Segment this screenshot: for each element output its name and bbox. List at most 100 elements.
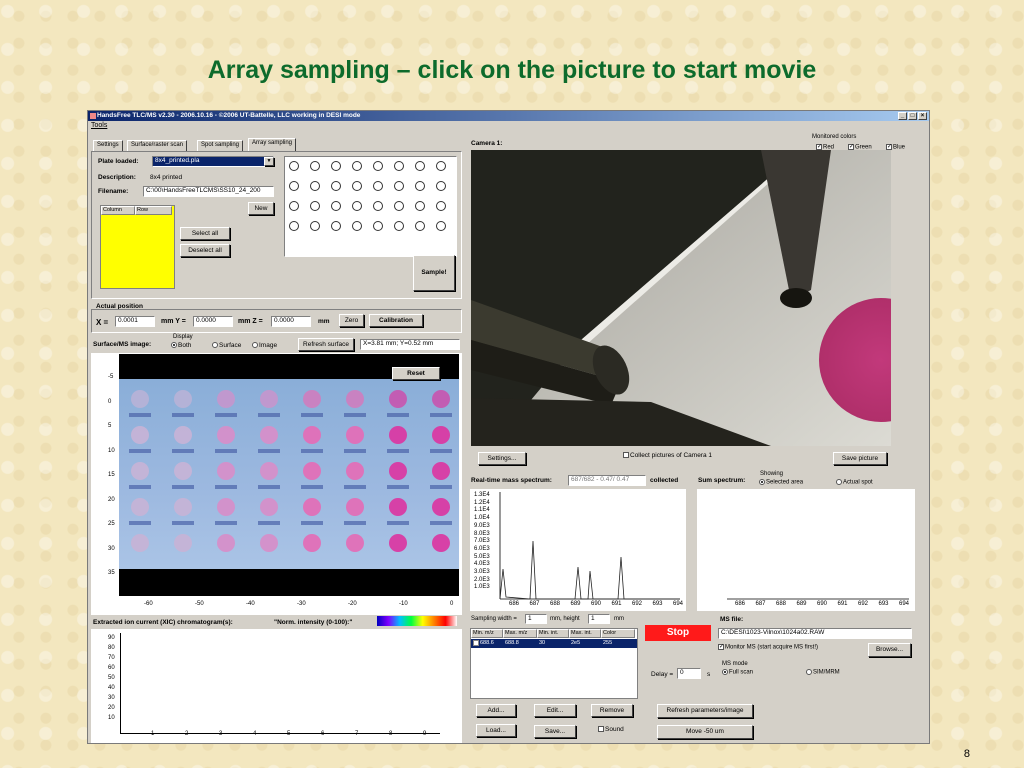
calibration-button[interactable]: Calibration bbox=[369, 314, 423, 327]
sum-x-tick: 686 bbox=[735, 601, 746, 607]
save-button[interactable]: Save... bbox=[534, 725, 576, 738]
maximize-button[interactable]: □ bbox=[908, 112, 917, 120]
delay-field[interactable]: 0 bbox=[677, 668, 701, 679]
plate-spot-circle[interactable] bbox=[373, 221, 383, 231]
plate-spot-circle[interactable] bbox=[394, 161, 404, 171]
sampling-width-field[interactable]: 1 bbox=[525, 614, 547, 624]
plate-spot-circle[interactable] bbox=[394, 221, 404, 231]
load-button[interactable]: Load... bbox=[476, 724, 516, 737]
plate-spot-circle[interactable] bbox=[310, 201, 320, 211]
z-position-field[interactable]: 0.0000 bbox=[271, 316, 311, 327]
filename-field[interactable]: C:\00\HandsFreeTLCMS\SS10_24_200 bbox=[143, 186, 274, 197]
display-surface-radio[interactable]: Surface bbox=[212, 342, 241, 349]
actual-spot-radio[interactable]: Actual spot bbox=[836, 479, 873, 486]
move-button[interactable]: Move -50 um bbox=[657, 725, 753, 739]
x-position-field[interactable]: 0.0001 bbox=[115, 316, 155, 327]
sample-spot bbox=[260, 462, 278, 480]
plate-spot-circle[interactable] bbox=[352, 161, 362, 171]
tab-settings[interactable]: Settings bbox=[93, 140, 123, 151]
zero-button[interactable]: Zero bbox=[339, 314, 364, 327]
new-button[interactable]: New bbox=[248, 202, 274, 215]
select-all-button[interactable]: Select all bbox=[180, 227, 230, 240]
collect-pictures-checkbox[interactable]: Collect pictures of Camera 1 bbox=[623, 452, 712, 459]
plate-spot-circle[interactable] bbox=[415, 161, 425, 171]
plate-spot-circle[interactable] bbox=[373, 201, 383, 211]
plate-spot-circle[interactable] bbox=[394, 181, 404, 191]
plate-select[interactable]: 8x4_printed.pla bbox=[152, 156, 274, 167]
refresh-surface-button[interactable]: Refresh surface bbox=[298, 338, 354, 351]
sim-mrm-radio[interactable]: SIM/MRM bbox=[806, 669, 840, 676]
save-picture-button[interactable]: Save picture bbox=[833, 452, 887, 465]
plate-spot-circle[interactable] bbox=[331, 161, 341, 171]
table-row[interactable]: 688.6 688.8 30 2e5 255 bbox=[471, 639, 637, 648]
plate-spot-circle[interactable] bbox=[289, 161, 299, 171]
app-window: HandsFree TLC/MS v2.30 - 2006.10.16 - ©2… bbox=[87, 110, 930, 744]
edit-button[interactable]: Edit... bbox=[534, 704, 576, 717]
plate-spot-circle[interactable] bbox=[436, 181, 446, 191]
monitor-ms-checkbox[interactable]: ✓Monitor MS (start acquire MS first!) bbox=[718, 644, 818, 651]
display-image-radio[interactable]: Image bbox=[252, 342, 277, 349]
actual-spot-text: Actual spot bbox=[843, 479, 873, 486]
close-button[interactable]: × bbox=[918, 112, 927, 120]
plate-spot-circle[interactable] bbox=[331, 201, 341, 211]
plate-grid[interactable] bbox=[284, 156, 457, 257]
plate-spot-circle[interactable] bbox=[310, 221, 320, 231]
menu-tools[interactable]: Tools bbox=[91, 122, 107, 129]
plate-spot-circle[interactable] bbox=[352, 221, 362, 231]
plate-spot-circle[interactable] bbox=[331, 221, 341, 231]
deselect-all-button[interactable]: Deselect all bbox=[180, 244, 230, 257]
selected-area-radio[interactable]: Selected area bbox=[759, 479, 803, 486]
sample-spot bbox=[389, 534, 407, 552]
y-position-field[interactable]: 0.0000 bbox=[193, 316, 233, 327]
plate-spot-circle[interactable] bbox=[310, 161, 320, 171]
realtime-y-tick: 5.0E3 bbox=[474, 553, 490, 560]
plate-spot-circle[interactable] bbox=[415, 201, 425, 211]
plate-spot-circle[interactable] bbox=[331, 181, 341, 191]
refresh-parameters-button[interactable]: Refresh parameters/image bbox=[657, 704, 753, 718]
camera-view[interactable] bbox=[471, 150, 891, 446]
plate-spot-circle[interactable] bbox=[436, 221, 446, 231]
plate-spot-circle[interactable] bbox=[310, 181, 320, 191]
row-checkbox[interactable] bbox=[473, 640, 479, 646]
sample-button[interactable]: Sample! bbox=[413, 255, 455, 291]
plate-spot-circle[interactable] bbox=[289, 181, 299, 191]
full-scan-radio[interactable]: Full scan bbox=[722, 669, 753, 676]
mz-range-table[interactable]: Min. m/z Max. m/z Min. int. Max. int. Color 6… bbox=[470, 628, 638, 699]
selection-table[interactable]: Column Row bbox=[100, 205, 175, 289]
plate-spot-circle[interactable] bbox=[289, 221, 299, 231]
chevron-down-icon[interactable]: ▼ bbox=[264, 157, 274, 166]
tab-spot-sampling[interactable]: Spot sampling bbox=[197, 140, 244, 151]
remove-button[interactable]: Remove bbox=[591, 704, 633, 717]
plate-spot-circle[interactable] bbox=[394, 201, 404, 211]
browse-button[interactable]: Browse... bbox=[868, 643, 911, 657]
stop-button[interactable]: Stop bbox=[645, 625, 711, 641]
color-scale-bar bbox=[377, 616, 457, 626]
sound-checkbox[interactable]: Sound bbox=[598, 726, 624, 733]
plate-spot-circle[interactable] bbox=[415, 221, 425, 231]
reset-button[interactable]: Reset bbox=[392, 367, 440, 380]
plate-spot-circle[interactable] bbox=[373, 181, 383, 191]
plate-spot-circle[interactable] bbox=[352, 181, 362, 191]
plate-spot-circle[interactable] bbox=[289, 201, 299, 211]
sample-spot bbox=[174, 534, 192, 552]
tab-array-sampling[interactable]: Array sampling bbox=[248, 138, 297, 151]
minimize-button[interactable]: _ bbox=[898, 112, 907, 120]
sample-spot bbox=[174, 426, 192, 444]
sampling-height-field[interactable]: 1 bbox=[588, 614, 610, 624]
camera-settings-button[interactable]: Settings... bbox=[478, 452, 526, 465]
display-label: Display bbox=[173, 334, 193, 340]
realtime-x-tick: 693 bbox=[652, 601, 663, 607]
plate-spot-circle[interactable] bbox=[436, 161, 446, 171]
plate-spot-circle[interactable] bbox=[352, 201, 362, 211]
plate-spot-circle[interactable] bbox=[373, 161, 383, 171]
surface-image[interactable] bbox=[119, 354, 459, 596]
ms-file-field[interactable]: C:\DESI\1023-Vilnox\1024a02.RAW bbox=[718, 628, 912, 639]
monitor-ms-text: Monitor MS (start acquire MS first!) bbox=[725, 644, 819, 651]
add-button[interactable]: Add... bbox=[476, 704, 516, 717]
display-both-radio[interactable]: Both bbox=[171, 342, 191, 349]
tab-surface-raster-scan[interactable]: Surface/raster scan bbox=[127, 140, 188, 151]
sum-x-tick: 690 bbox=[817, 601, 828, 607]
plate-spot-circle[interactable] bbox=[415, 181, 425, 191]
realtime-y-tick: 1.0E3 bbox=[474, 584, 490, 591]
plate-spot-circle[interactable] bbox=[436, 201, 446, 211]
